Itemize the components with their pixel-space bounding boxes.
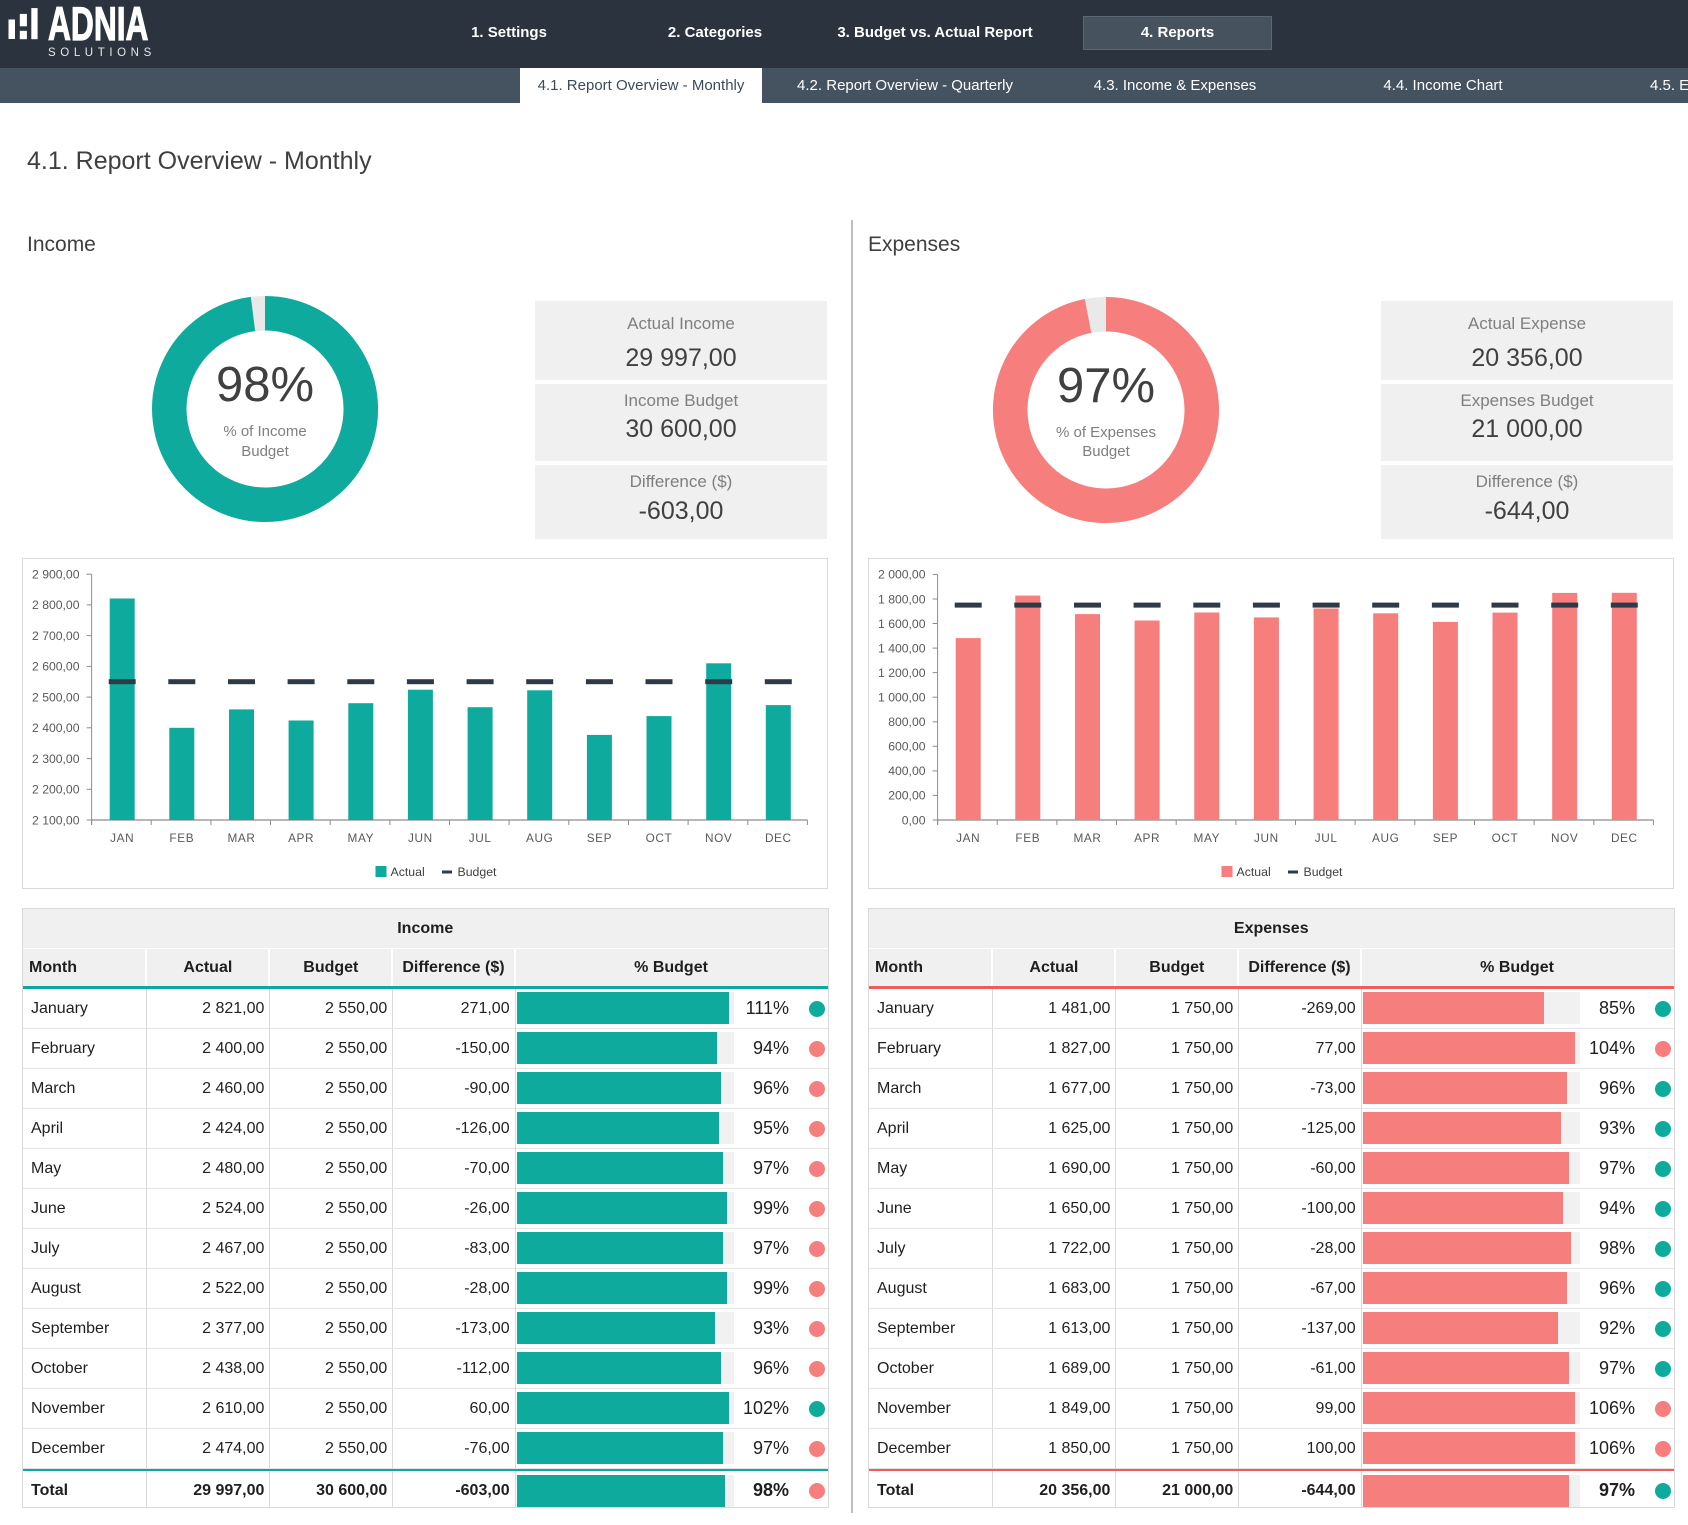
svg-text:1 600,00: 1 600,00 (878, 617, 926, 631)
svg-text:Actual: Actual (391, 865, 425, 879)
svg-text:1 000,00: 1 000,00 (878, 691, 926, 705)
svg-text:JAN: JAN (956, 831, 980, 845)
svg-text:200,00: 200,00 (888, 789, 925, 803)
svg-text:DEC: DEC (1611, 831, 1638, 845)
svg-text:JUN: JUN (408, 831, 433, 845)
svg-text:NOV: NOV (705, 831, 732, 845)
svg-text:800,00: 800,00 (888, 715, 925, 729)
svg-text:MAR: MAR (1073, 831, 1101, 845)
svg-text:JUL: JUL (1315, 831, 1338, 845)
svg-text:OCT: OCT (1492, 831, 1519, 845)
svg-text:MAR: MAR (227, 831, 255, 845)
svg-text:2 900,00: 2 900,00 (32, 568, 80, 582)
svg-text:AUG: AUG (526, 831, 553, 845)
svg-text:1 400,00: 1 400,00 (878, 641, 926, 655)
svg-text:2 400,00: 2 400,00 (32, 721, 80, 735)
svg-text:JUL: JUL (469, 831, 492, 845)
svg-text:1 800,00: 1 800,00 (878, 592, 926, 606)
svg-text:DEC: DEC (765, 831, 792, 845)
svg-text:2 600,00: 2 600,00 (32, 660, 80, 674)
svg-text:JAN: JAN (110, 831, 134, 845)
svg-text:APR: APR (1134, 831, 1160, 845)
svg-text:SEP: SEP (1433, 831, 1458, 845)
svg-text:400,00: 400,00 (888, 764, 925, 778)
svg-text:2 300,00: 2 300,00 (32, 752, 80, 766)
svg-text:FEB: FEB (1015, 831, 1040, 845)
svg-text:2 700,00: 2 700,00 (32, 629, 80, 643)
svg-text:OCT: OCT (646, 831, 673, 845)
svg-text:SEP: SEP (587, 831, 612, 845)
svg-text:Budget: Budget (458, 865, 498, 879)
svg-text:2 200,00: 2 200,00 (32, 783, 80, 797)
svg-text:Actual: Actual (1237, 865, 1271, 879)
svg-text:Budget: Budget (1304, 865, 1344, 879)
svg-text:APR: APR (288, 831, 314, 845)
svg-text:2 000,00: 2 000,00 (878, 568, 926, 582)
svg-text:JUN: JUN (1254, 831, 1279, 845)
svg-text:2 800,00: 2 800,00 (32, 598, 80, 612)
svg-text:600,00: 600,00 (888, 740, 925, 754)
svg-text:1 200,00: 1 200,00 (878, 666, 926, 680)
svg-text:2 100,00: 2 100,00 (32, 813, 80, 827)
svg-text:FEB: FEB (169, 831, 194, 845)
svg-text:MAY: MAY (1194, 831, 1221, 845)
svg-text:AUG: AUG (1372, 831, 1399, 845)
svg-text:0,00: 0,00 (902, 813, 926, 827)
svg-text:NOV: NOV (1551, 831, 1578, 845)
svg-text:2 500,00: 2 500,00 (32, 690, 80, 704)
svg-text:MAY: MAY (348, 831, 375, 845)
